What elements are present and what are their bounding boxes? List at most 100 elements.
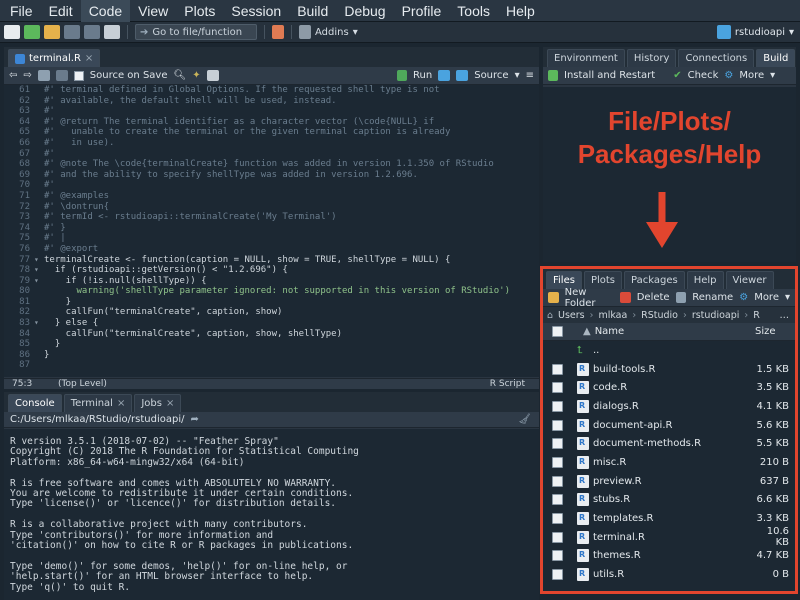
fold-arrow-icon[interactable]: ▾	[34, 276, 44, 287]
file-checkbox[interactable]	[552, 513, 563, 525]
fold-arrow-icon[interactable]	[34, 159, 44, 170]
file-row[interactable]: stubs.R6.6 KB	[543, 491, 795, 510]
fold-arrow-icon[interactable]	[34, 223, 44, 234]
file-checkbox[interactable]	[552, 494, 563, 506]
tab-terminal[interactable]: Terminal ×	[63, 394, 133, 412]
check-button[interactable]: Check	[688, 70, 719, 81]
file-row[interactable]: document-methods.R5.5 KB	[543, 434, 795, 453]
tab-packages[interactable]: Packages	[624, 271, 685, 289]
rerun-icon[interactable]	[438, 70, 451, 81]
fold-arrow-icon[interactable]	[34, 329, 44, 340]
print-icon[interactable]	[104, 25, 120, 39]
fold-arrow-icon[interactable]	[34, 350, 44, 361]
new-file-icon[interactable]	[4, 25, 20, 39]
tab-connections[interactable]: Connections	[678, 49, 755, 67]
file-checkbox[interactable]	[552, 531, 563, 543]
more-path-icon[interactable]: …	[780, 310, 796, 321]
fold-arrow-icon[interactable]	[34, 307, 44, 318]
file-row[interactable]: dialogs.R4.1 KB	[543, 397, 795, 416]
addins-grid-icon[interactable]	[299, 25, 311, 39]
menu-file[interactable]: File	[2, 0, 41, 22]
file-name[interactable]: dialogs.R	[593, 401, 755, 412]
fold-arrow-icon[interactable]	[34, 212, 44, 223]
file-name[interactable]: stubs.R	[593, 494, 755, 505]
language-indicator[interactable]: R Script	[490, 379, 539, 389]
delete-button[interactable]: Delete	[637, 292, 670, 303]
file-name[interactable]: document-methods.R	[593, 438, 755, 449]
show-in-window-icon[interactable]	[37, 70, 50, 81]
menu-profile[interactable]: Profile	[394, 0, 450, 22]
breadcrumb-item[interactable]: mlkaa	[598, 310, 627, 321]
fold-arrow-icon[interactable]	[34, 127, 44, 138]
fold-arrow-icon[interactable]	[34, 149, 44, 160]
fold-arrow-icon[interactable]	[34, 191, 44, 202]
close-icon[interactable]: ×	[166, 398, 174, 409]
console-output[interactable]: R version 3.5.1 (2018-07-02) -- "Feather…	[4, 429, 539, 600]
file-name[interactable]: utils.R	[593, 569, 755, 580]
fold-arrow-icon[interactable]	[34, 106, 44, 117]
fold-arrow-icon[interactable]	[34, 297, 44, 308]
file-checkbox[interactable]	[552, 400, 563, 412]
fold-arrow-icon[interactable]	[34, 360, 44, 371]
fold-arrow-icon[interactable]	[34, 233, 44, 244]
select-all-checkbox[interactable]	[552, 326, 563, 337]
file-name[interactable]: preview.R	[593, 476, 755, 487]
go-to-directory-icon[interactable]: ➦	[190, 414, 198, 425]
file-row[interactable]: preview.R 637 B	[543, 472, 795, 491]
fold-arrow-icon[interactable]: ▾	[34, 265, 44, 276]
close-icon[interactable]: ×	[85, 53, 93, 64]
file-checkbox[interactable]	[552, 363, 563, 375]
menu-tools[interactable]: Tools	[449, 0, 498, 22]
size-column-header[interactable]: Size	[755, 326, 795, 337]
fold-arrow-icon[interactable]	[34, 202, 44, 213]
menu-build[interactable]: Build	[289, 0, 336, 22]
tab-help[interactable]: Help	[686, 271, 724, 289]
more-menu[interactable]: More	[754, 292, 779, 303]
tab-environment[interactable]: Environment	[547, 49, 625, 67]
file-row[interactable]: build-tools.R1.5 KB	[543, 360, 795, 379]
file-checkbox[interactable]	[552, 438, 563, 450]
source-on-save-checkbox[interactable]	[73, 70, 84, 81]
menu-session[interactable]: Session	[223, 0, 289, 22]
fold-arrow-icon[interactable]	[34, 180, 44, 191]
new-project-icon[interactable]	[24, 25, 40, 39]
file-checkbox[interactable]	[552, 382, 563, 394]
search-icon[interactable]: 🔍︎	[174, 70, 187, 81]
rename-button[interactable]: Rename	[692, 292, 733, 303]
file-row[interactable]: utils.R 0 B	[543, 565, 795, 584]
tab-console[interactable]: Console	[8, 394, 62, 412]
file-checkbox[interactable]	[552, 569, 563, 581]
menu-view[interactable]: View	[130, 0, 176, 22]
file-checkbox[interactable]	[552, 550, 563, 562]
fold-arrow-icon[interactable]	[34, 339, 44, 350]
more-menu[interactable]: More	[739, 70, 764, 81]
project-menu[interactable]: rstudioapi ▾	[716, 25, 794, 39]
file-checkbox[interactable]	[552, 419, 563, 431]
menu-edit[interactable]: Edit	[41, 0, 81, 22]
menu-code[interactable]: Code	[80, 0, 131, 22]
addins-menu[interactable]: Addins	[315, 27, 349, 38]
code-area[interactable]: 61 #' terminal defined in Global Options.…	[4, 85, 539, 377]
compile-report-icon[interactable]	[206, 70, 219, 81]
tab-build[interactable]: Build	[756, 49, 796, 67]
file-row[interactable]: themes.R4.7 KB	[543, 547, 795, 566]
wand-icon[interactable]: ✦	[192, 70, 200, 81]
fold-arrow-icon[interactable]: ▾	[34, 318, 44, 329]
fold-arrow-icon[interactable]	[34, 170, 44, 181]
open-file-icon[interactable]	[44, 25, 60, 39]
file-name[interactable]: themes.R	[593, 550, 755, 561]
file-name[interactable]: misc.R	[593, 457, 755, 468]
menu-debug[interactable]: Debug	[336, 0, 393, 22]
file-checkbox[interactable]	[552, 475, 563, 487]
fold-arrow-icon[interactable]	[34, 244, 44, 255]
breadcrumb-item[interactable]: R	[753, 310, 760, 321]
tab-history[interactable]: History	[626, 49, 677, 67]
file-row[interactable]: misc.R 210 B	[543, 453, 795, 472]
file-row[interactable]: code.R3.5 KB	[543, 378, 795, 397]
file-row[interactable]: terminal.R 10.6 KB	[543, 526, 795, 548]
back-arrow-icon[interactable]: ⇦	[9, 70, 17, 81]
file-checkbox[interactable]	[552, 456, 563, 468]
menu-plots[interactable]: Plots	[176, 0, 223, 22]
file-name[interactable]: terminal.R	[593, 532, 755, 543]
tab-jobs[interactable]: Jobs ×	[134, 394, 182, 412]
